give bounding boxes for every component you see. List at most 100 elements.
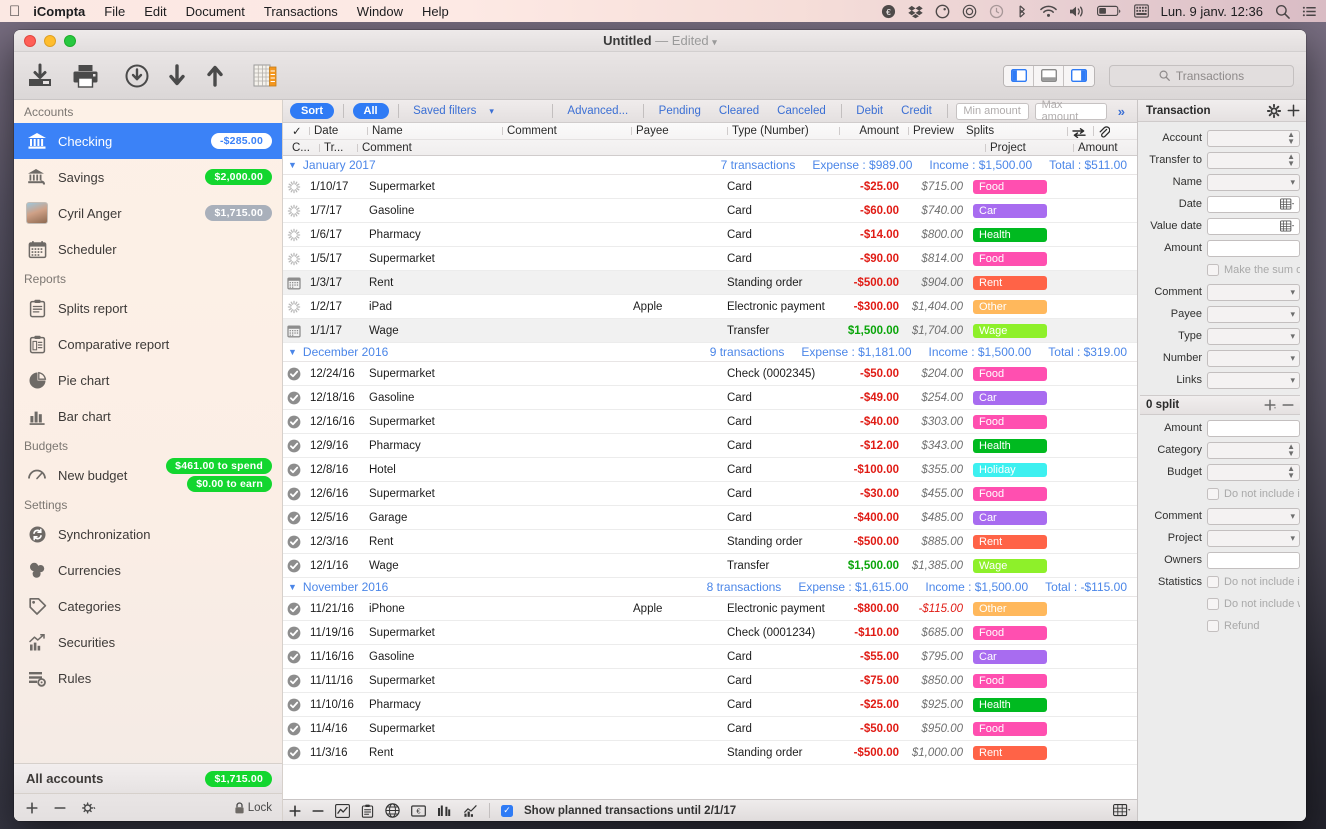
transaction-status-icon[interactable] [287, 204, 307, 218]
column-project[interactable]: Project [985, 142, 1085, 154]
icompta-menu-icon[interactable]: € [881, 4, 896, 19]
column-c[interactable]: C... [287, 142, 319, 154]
make-sum-checkbox[interactable] [1207, 264, 1219, 276]
menu-item-edit[interactable]: Edit [144, 4, 166, 19]
table-row[interactable]: 11/3/16RentStanding order-$500.00$1,000.… [283, 741, 1137, 765]
view-right-panel-icon[interactable] [1064, 66, 1094, 86]
owners-text-field[interactable] [1207, 552, 1300, 569]
table-row[interactable]: 12/1/16WageTransfer$1,500.00$1,385.00Wag… [283, 554, 1137, 578]
down-arrow-icon[interactable] [167, 64, 187, 88]
compare-bars-icon[interactable] [437, 804, 452, 818]
disclosure-triangle-icon[interactable]: ▼ [288, 347, 297, 357]
chevron-down-icon[interactable]: ▾ [1290, 511, 1295, 522]
statistics-option-row-1[interactable]: Do not include w... [1140, 593, 1300, 615]
name-combobox[interactable]: ▾ [1207, 174, 1300, 191]
toolbar-search-field[interactable]: Transactions [1109, 65, 1294, 87]
column-name[interactable]: Name [367, 125, 502, 137]
max-amount-input[interactable]: Max amount [1035, 103, 1107, 120]
transaction-status-icon[interactable] [287, 698, 307, 712]
table-row[interactable]: 1/7/17GasolineCard-$60.00$740.00Car [283, 199, 1137, 223]
gear-icon[interactable] [82, 802, 97, 814]
transfer-arrows-icon[interactable] [1067, 125, 1089, 138]
view-bottom-panel-icon[interactable] [1034, 66, 1064, 86]
calendar-picker-icon[interactable] [1280, 198, 1295, 210]
chevron-down-icon[interactable]: ▾ [1290, 287, 1295, 298]
transaction-status-icon[interactable] [287, 180, 307, 194]
column-splits[interactable]: Splits [961, 125, 1009, 137]
gear-icon[interactable] [1267, 104, 1281, 118]
links-combobox[interactable]: ▾ [1207, 372, 1300, 389]
sidebar-item-savings[interactable]: Savings $2,000.00 [14, 159, 282, 195]
plus-icon[interactable] [1264, 399, 1276, 411]
transaction-status-icon[interactable] [287, 650, 307, 664]
plus-icon[interactable] [289, 805, 301, 817]
timemachine-icon[interactable] [989, 4, 1004, 19]
table-row[interactable]: 1/10/17SupermarketCard-$25.00$715.00Food [283, 175, 1137, 199]
table-row[interactable]: 11/16/16GasolineCard-$55.00$795.00Car [283, 645, 1137, 669]
table-row[interactable]: 11/21/16iPhoneAppleElectronic payment-$8… [283, 597, 1137, 621]
filter-all-button[interactable]: All [353, 103, 389, 119]
value-date-date-field[interactable] [1207, 218, 1300, 235]
table-row[interactable]: 11/11/16SupermarketCard-$75.00$850.00Foo… [283, 669, 1137, 693]
clipboard-icon[interactable] [361, 804, 374, 818]
column-preview[interactable]: Preview [908, 125, 956, 137]
budget-stepper[interactable]: ▲▼ [1207, 464, 1300, 481]
column-tr[interactable]: Tr... [319, 142, 355, 154]
table-row[interactable]: 1/5/17SupermarketCard-$90.00$814.00Food [283, 247, 1137, 271]
sidebar-item-currencies[interactable]: Currencies [14, 552, 282, 588]
sidebar-item-pie-chart[interactable]: Pie chart [14, 362, 282, 398]
chevron-down-icon[interactable]: ▾ [1290, 177, 1295, 188]
sidebar-item-categories[interactable]: Categories [14, 588, 282, 624]
amount-text-field[interactable] [1207, 240, 1300, 257]
filter-debit-button[interactable]: Debit [847, 105, 892, 117]
table-row[interactable]: 12/18/16GasolineCard-$49.00$254.00Car [283, 386, 1137, 410]
paperclip-icon[interactable] [1093, 124, 1115, 138]
table-row[interactable]: 12/16/16SupermarketCard-$40.00$303.00Foo… [283, 410, 1137, 434]
keyboard-input-icon[interactable] [1134, 4, 1149, 18]
notification-center-icon[interactable] [1302, 4, 1317, 19]
menu-item-file[interactable]: File [104, 4, 125, 19]
table-row[interactable]: 11/19/16SupermarketCheck (0001234)-$110.… [283, 621, 1137, 645]
table-row[interactable]: 11/10/16PharmacyCard-$25.00$925.00Health [283, 693, 1137, 717]
group-header-january-2017[interactable]: ▼ January 2017 7 transactions Expense : … [283, 156, 1137, 175]
transaction-status-icon[interactable] [287, 300, 307, 314]
sidebar-item-new-budget[interactable]: New budget $461.00 to spend $0.00 to ear… [14, 457, 282, 493]
filter-cleared-button[interactable]: Cleared [710, 105, 768, 117]
table-row[interactable]: 12/9/16PharmacyCard-$12.00$343.00Health [283, 434, 1137, 458]
currency-note-icon[interactable]: € [411, 804, 426, 818]
transaction-status-icon[interactable] [287, 276, 307, 290]
volume-icon[interactable] [1069, 5, 1085, 18]
number-combobox[interactable]: ▾ [1207, 350, 1300, 367]
amount-text-field[interactable] [1207, 420, 1300, 437]
sidebar-item-rules[interactable]: Rules [14, 660, 282, 696]
stepper-arrows-icon[interactable]: ▲▼ [1287, 465, 1295, 479]
column-date[interactable]: Date [309, 125, 367, 137]
transfer-to-stepper[interactable]: ▲▼ [1207, 152, 1300, 169]
transaction-status-icon[interactable] [287, 511, 307, 525]
filter-credit-button[interactable]: Credit [892, 105, 941, 117]
group-header-november-2016[interactable]: ▼ November 2016 8 transactions Expense :… [283, 578, 1137, 597]
transaction-status-icon[interactable] [287, 722, 307, 736]
view-left-panel-icon[interactable] [1004, 66, 1034, 86]
menu-item-window[interactable]: Window [357, 4, 403, 19]
table-row[interactable]: 12/8/16HotelCard-$100.00$355.00Holiday [283, 458, 1137, 482]
table-row[interactable]: 1/2/17iPadAppleElectronic payment-$300.0… [283, 295, 1137, 319]
title-chevron-down-icon[interactable]: ▾ [712, 37, 717, 47]
minus-icon[interactable] [1282, 399, 1294, 411]
table-row[interactable]: 1/3/17RentStanding order-$500.00$904.00R… [283, 271, 1137, 295]
payee-combobox[interactable]: ▾ [1207, 306, 1300, 323]
disclosure-triangle-icon[interactable]: ▼ [288, 160, 297, 170]
table-row[interactable]: 1/1/17WageTransfer$1,500.00$1,704.00Wage [283, 319, 1137, 343]
comment-combobox[interactable]: ▾ [1207, 284, 1300, 301]
spotlight-search-icon[interactable] [1275, 4, 1290, 19]
transaction-status-icon[interactable] [287, 252, 307, 266]
sync-circle-icon[interactable] [935, 4, 950, 19]
battery-icon[interactable] [1097, 5, 1122, 17]
statistics-option-row-0[interactable]: StatisticsDo not include in... [1140, 571, 1300, 593]
menu-item-transactions[interactable]: Transactions [264, 4, 338, 19]
filter-canceled-button[interactable]: Canceled [768, 105, 835, 117]
account-stepper[interactable]: ▲▼ [1207, 130, 1300, 147]
plus-icon[interactable] [26, 802, 38, 814]
view-layout-segmented-control[interactable] [1003, 65, 1095, 87]
transaction-status-icon[interactable] [287, 674, 307, 688]
